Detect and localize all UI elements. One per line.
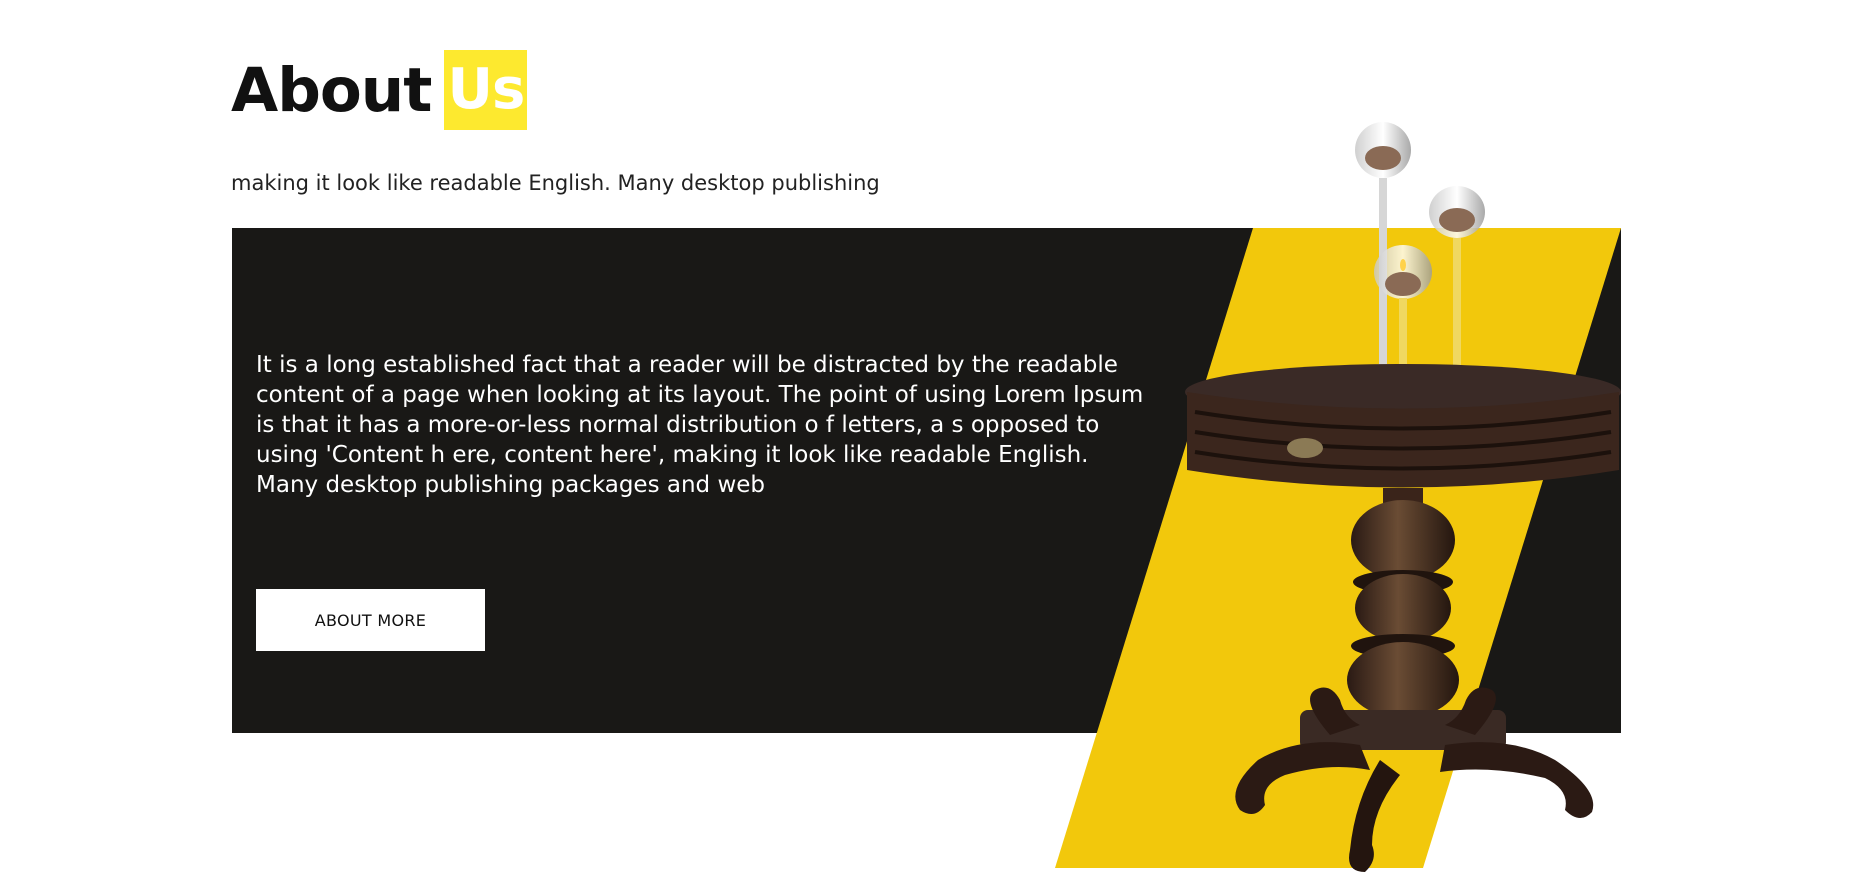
about-more-button[interactable]: ABOUT MORE xyxy=(256,589,485,651)
section-subtitle: making it look like readable English. Ma… xyxy=(231,171,880,195)
about-body-text: It is a long established fact that a rea… xyxy=(256,352,1144,498)
section-title: About Us xyxy=(231,50,528,130)
title-word-about: About xyxy=(231,54,432,126)
title-word-us-highlight: Us xyxy=(444,50,528,130)
